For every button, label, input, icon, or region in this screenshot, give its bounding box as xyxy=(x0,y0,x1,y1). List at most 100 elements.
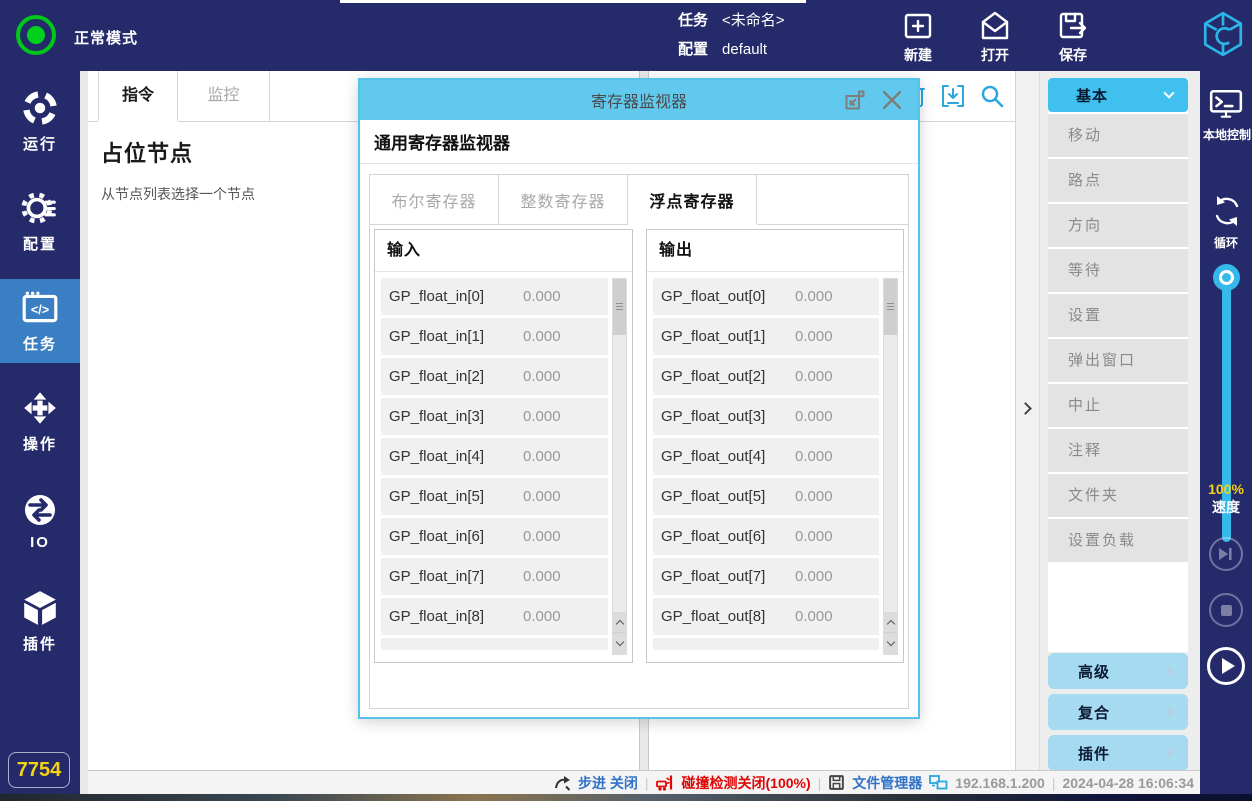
speed-value: 100% xyxy=(1200,481,1252,497)
register-row[interactable]: GP_float_out[8] 0.000 xyxy=(653,598,879,635)
register-row[interactable]: GP_float_in[7] 0.000 xyxy=(381,558,608,595)
register-row[interactable]: GP_float_in[2] 0.000 xyxy=(381,358,608,395)
instruction-item[interactable]: 设置负载 xyxy=(1048,519,1188,562)
register-value: 0.000 xyxy=(523,528,561,545)
scroll-down-button[interactable] xyxy=(884,633,897,654)
register-type-tab[interactable]: 布尔寄存器 xyxy=(370,175,499,224)
step-forward-button[interactable] xyxy=(1209,537,1243,571)
register-name: GP_float_out[3] xyxy=(653,408,795,425)
sidebar-item-label: 运行 xyxy=(23,133,57,154)
sidebar-item-configure[interactable]: 配置 xyxy=(0,171,80,271)
sidebar-item-operate[interactable]: 操作 xyxy=(0,371,80,471)
output-scrollbar[interactable] xyxy=(883,278,898,655)
tab-command[interactable]: 指令 xyxy=(98,71,178,121)
expand-icon[interactable] xyxy=(844,89,866,111)
stop-button[interactable] xyxy=(1209,593,1243,627)
register-value: 0.000 xyxy=(523,608,561,625)
save-task-button[interactable]: 保存 xyxy=(1038,9,1108,65)
run-icon xyxy=(20,88,60,128)
instruction-group-button[interactable]: 插件 xyxy=(1048,735,1188,771)
step-status[interactable]: 步进 关闭 xyxy=(578,773,638,793)
instruction-group-button[interactable]: 复合 xyxy=(1048,694,1188,730)
register-row[interactable]: GP_float_in[3] 0.000 xyxy=(381,398,608,435)
output-header: 输出 xyxy=(647,230,903,272)
sidebar-item-plugin[interactable]: 插件 xyxy=(0,571,80,671)
output-register-list: GP_float_out[0] 0.000 GP_float_out[1] 0.… xyxy=(647,272,903,661)
register-row[interactable]: GP_float_in[1] 0.000 xyxy=(381,318,608,355)
register-value: 0.000 xyxy=(795,488,833,505)
instruction-item[interactable]: 中止 xyxy=(1048,384,1188,427)
search-icon[interactable] xyxy=(979,83,1005,109)
register-row[interactable]: GP_float_in[4] 0.000 xyxy=(381,438,608,475)
register-row[interactable]: GP_float_in[8] 0.000 xyxy=(381,598,608,635)
scrollbar-thumb[interactable] xyxy=(884,279,897,335)
register-row[interactable]: GP_float_out[2] 0.000 xyxy=(653,358,879,395)
register-type-tab[interactable]: 浮点寄存器 xyxy=(628,175,757,224)
scroll-up-button[interactable] xyxy=(613,612,626,633)
statusbar: 步进 关闭 | 碰撞检测关闭(100%) | 文件管理器 192.168.1.2… xyxy=(88,770,1200,794)
register-name: GP_float_out[5] xyxy=(653,488,795,505)
scrollbar-thumb[interactable] xyxy=(613,279,626,335)
register-value: 0.000 xyxy=(523,488,561,505)
instruction-panel: 基本 移动 路点 方向 等待 设置 弹出窗口 中止 注释 文件夹 xyxy=(1040,71,1200,770)
register-type-tab[interactable]: 整数寄存器 xyxy=(499,175,628,224)
instruction-item[interactable]: 注释 xyxy=(1048,429,1188,472)
instruction-item[interactable]: 文件夹 xyxy=(1048,474,1188,517)
register-row[interactable]: GP_float_out[6] 0.000 xyxy=(653,518,879,555)
sidebar-item-io[interactable]: IO xyxy=(0,471,80,571)
group-label: 复合 xyxy=(1078,702,1110,723)
register-row[interactable]: GP_float_out[4] 0.000 xyxy=(653,438,879,475)
register-name: GP_float_out[4] xyxy=(653,448,795,465)
register-row-partial xyxy=(381,638,608,650)
register-value: 0.000 xyxy=(523,568,561,585)
open-task-button[interactable]: 打开 xyxy=(960,9,1030,65)
desktop-edge-strip xyxy=(0,794,1252,801)
file-manager-link[interactable]: 文件管理器 xyxy=(852,773,922,793)
new-task-button[interactable]: 新建 xyxy=(883,9,953,65)
instruction-item[interactable]: 弹出窗口 xyxy=(1048,339,1188,382)
instruction-item[interactable]: 路点 xyxy=(1048,159,1188,202)
instruction-group-basic[interactable]: 基本 xyxy=(1048,78,1188,112)
scroll-down-button[interactable] xyxy=(613,633,626,654)
register-row[interactable]: GP_float_out[3] 0.000 xyxy=(653,398,879,435)
register-row[interactable]: GP_float_out[7] 0.000 xyxy=(653,558,879,595)
instruction-item[interactable]: 方向 xyxy=(1048,204,1188,247)
register-row[interactable]: GP_float_in[0] 0.000 xyxy=(381,278,608,315)
io-icon xyxy=(21,491,59,529)
collapse-chevron-icon[interactable] xyxy=(1019,402,1032,415)
instruction-item[interactable]: 等待 xyxy=(1048,249,1188,292)
input-scrollbar[interactable] xyxy=(612,278,627,655)
output-rows: GP_float_out[0] 0.000 GP_float_out[1] 0.… xyxy=(653,278,879,635)
new-file-icon xyxy=(900,9,936,43)
task-value: <未命名> xyxy=(722,12,785,29)
instruction-item[interactable]: 移动 xyxy=(1048,114,1188,157)
status-light-dot xyxy=(27,26,45,44)
mode-label: 正常模式 xyxy=(74,27,138,48)
local-control-icon[interactable] xyxy=(1208,87,1244,123)
register-row[interactable]: GP_float_out[1] 0.000 xyxy=(653,318,879,355)
loop-icon[interactable] xyxy=(1209,193,1245,229)
dialog-title: 寄存器监视器 xyxy=(591,88,687,112)
configure-icon xyxy=(20,188,60,228)
open-task-label: 打开 xyxy=(960,45,1030,65)
instruction-group-button[interactable]: 高级 xyxy=(1048,653,1188,689)
register-row[interactable]: GP_float_out[0] 0.000 xyxy=(653,278,879,315)
register-row[interactable]: GP_float_in[6] 0.000 xyxy=(381,518,608,555)
scroll-up-button[interactable] xyxy=(884,612,897,633)
sidebar-item-run[interactable]: 运行 xyxy=(0,71,80,171)
sidebar-item-task[interactable]: </> 任务 xyxy=(0,271,80,371)
sidebar-item-label: IO xyxy=(30,534,50,551)
chevron-right-icon xyxy=(1161,747,1172,758)
play-button[interactable] xyxy=(1207,647,1245,685)
close-icon[interactable] xyxy=(880,88,904,112)
tab-monitor[interactable]: 监控 xyxy=(178,71,270,121)
instruction-item[interactable]: 设置 xyxy=(1048,294,1188,337)
insert-node-icon[interactable] xyxy=(940,83,966,109)
dialog-titlebar[interactable]: 寄存器监视器 xyxy=(360,80,918,120)
register-row[interactable]: GP_float_in[5] 0.000 xyxy=(381,478,608,515)
panel-collapse-strip xyxy=(1016,71,1040,770)
register-row[interactable]: GP_float_out[5] 0.000 xyxy=(653,478,879,515)
code-badge[interactable]: 7754 xyxy=(8,752,70,788)
speed-slider-handle[interactable] xyxy=(1213,264,1240,291)
collision-status[interactable]: 碰撞检测关闭(100%) xyxy=(682,773,811,793)
